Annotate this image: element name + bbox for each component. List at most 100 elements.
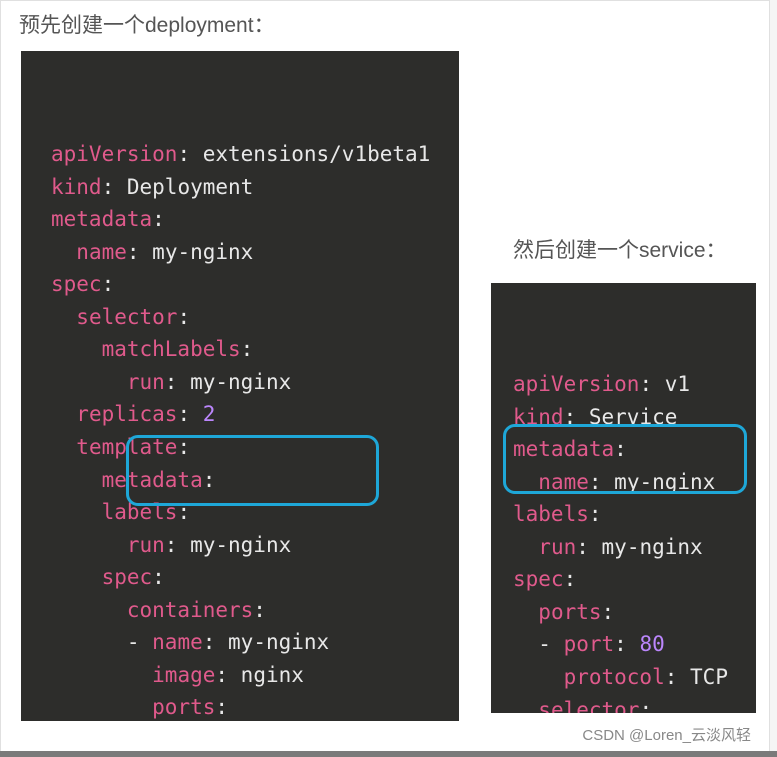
code-token: :	[639, 698, 652, 713]
bottom-bar	[0, 751, 777, 757]
code-token: :	[589, 502, 602, 526]
code-token: name	[152, 630, 203, 654]
code-token: apiVersion	[513, 372, 639, 396]
code-token: spec	[102, 565, 153, 589]
watermark-text: CSDN @Loren_云淡风轻	[582, 724, 751, 745]
code-token: nginx	[241, 663, 304, 687]
code-token	[513, 665, 564, 689]
code-token: :	[177, 402, 202, 426]
code-block-deployment: apiVersion: extensions/v1beta1 kind: Dep…	[21, 51, 459, 721]
code-token: protocol	[564, 665, 665, 689]
code-token	[51, 305, 76, 329]
page-wrap: 预先创建一个deployment： apiVersion: extensions…	[0, 0, 770, 752]
code-token: :	[177, 305, 190, 329]
code-token: selector	[538, 698, 639, 713]
code-token: extensions/v1beta1	[203, 142, 431, 166]
code-token: my-nginx	[228, 630, 329, 654]
code-token: -	[513, 632, 564, 656]
code-token: :	[102, 175, 127, 199]
code-token: matchLabels	[102, 337, 241, 361]
code-token	[51, 565, 102, 589]
code-token: 2	[203, 402, 216, 426]
code-token: :	[639, 372, 664, 396]
code-token: :	[152, 565, 165, 589]
code-token: Deployment	[127, 175, 253, 199]
code-token: run	[127, 370, 165, 394]
code-token: :	[203, 468, 216, 492]
code-token: template	[76, 435, 177, 459]
code-content: apiVersion: extensions/v1beta1 kind: Dep…	[51, 138, 437, 721]
code-token: :	[665, 665, 690, 689]
code-token: name	[76, 240, 127, 264]
code-token: :	[127, 240, 152, 264]
code-token	[51, 370, 127, 394]
code-token	[51, 533, 127, 557]
code-token: :	[564, 567, 577, 591]
code-token: :	[203, 630, 228, 654]
code-token	[51, 695, 152, 719]
code-token: metadata	[102, 468, 203, 492]
code-token: spec	[513, 567, 564, 591]
code-token	[51, 500, 102, 524]
code-content: apiVersion: v1 kind: Service metadata: n…	[513, 368, 746, 713]
code-token: kind	[513, 405, 564, 429]
code-token: metadata	[51, 207, 152, 231]
code-token: my-nginx	[602, 535, 703, 559]
code-token	[51, 598, 127, 622]
code-token: :	[614, 437, 627, 461]
code-token: replicas	[76, 402, 177, 426]
code-token: my-nginx	[190, 533, 291, 557]
code-token: :	[165, 533, 190, 557]
code-token: :	[215, 663, 240, 687]
code-token: selector	[76, 305, 177, 329]
code-token: run	[127, 533, 165, 557]
code-token: kind	[51, 175, 102, 199]
code-token	[51, 402, 76, 426]
code-token: -	[51, 630, 152, 654]
code-token: :	[589, 470, 614, 494]
code-token: Service	[589, 405, 678, 429]
code-token: v1	[665, 372, 690, 396]
code-token: :	[165, 370, 190, 394]
code-token: labels	[102, 500, 178, 524]
code-token: :	[614, 632, 639, 656]
code-token: name	[538, 470, 589, 494]
code-token: :	[152, 207, 165, 231]
code-token: run	[538, 535, 576, 559]
code-token: labels	[513, 502, 589, 526]
code-token	[51, 435, 76, 459]
code-token: apiVersion	[51, 142, 177, 166]
caption-right: 然后创建一个service：	[495, 226, 745, 274]
caption-left: 预先创建一个deployment：	[1, 1, 769, 49]
code-token: port	[564, 632, 615, 656]
code-token: my-nginx	[614, 470, 715, 494]
code-token: :	[177, 142, 202, 166]
code-token	[513, 698, 538, 713]
code-token: spec	[51, 272, 102, 296]
code-token: :	[602, 600, 615, 624]
code-token	[51, 240, 76, 264]
code-token: :	[102, 272, 115, 296]
code-block-service: apiVersion: v1 kind: Service metadata: n…	[491, 283, 756, 713]
code-token: :	[215, 695, 228, 719]
code-token: containers	[127, 598, 253, 622]
code-token: TCP	[690, 665, 728, 689]
code-token: my-nginx	[190, 370, 291, 394]
code-token: metadata	[513, 437, 614, 461]
code-token	[513, 470, 538, 494]
code-token: :	[564, 405, 589, 429]
code-token: :	[253, 598, 266, 622]
code-token: my-nginx	[152, 240, 253, 264]
code-token: ports	[152, 695, 215, 719]
code-token: image	[152, 663, 215, 687]
code-token: ports	[538, 600, 601, 624]
code-token	[51, 337, 102, 361]
code-token: :	[177, 500, 190, 524]
code-token: :	[177, 435, 190, 459]
code-token	[513, 535, 538, 559]
code-token: :	[241, 337, 254, 361]
code-token	[51, 663, 152, 687]
code-token	[513, 600, 538, 624]
code-token	[51, 468, 102, 492]
code-token: 80	[639, 632, 664, 656]
